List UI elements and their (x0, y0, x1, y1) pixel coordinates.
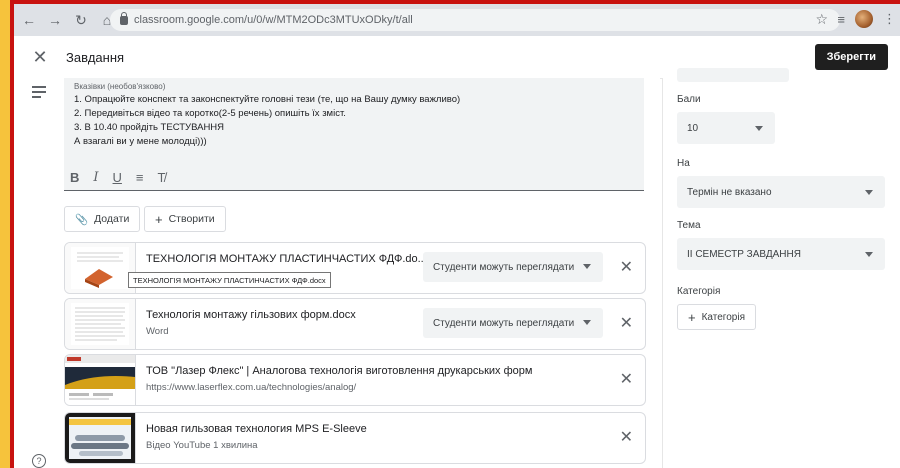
reload-icon[interactable]: ↻ (70, 9, 92, 31)
chevron-down-icon (865, 252, 873, 257)
scrolled-field (677, 68, 789, 82)
instructions-line: 1. Опрацюйте конспект та законспектуйте … (74, 94, 461, 105)
address-bar[interactable]: classroom.google.com/u/0/w/MTM2ODc3MTUxO… (110, 9, 840, 31)
attachment-title[interactable]: Новая гильзовая технология MPS E-Sleeve (146, 423, 367, 435)
chevron-down-icon (865, 190, 873, 195)
due-label: На (677, 158, 690, 169)
attachment-title[interactable]: ТОВ "Лазер Флекс" | Аналогова технологія… (146, 365, 532, 377)
points-label: Бали (677, 94, 701, 105)
document-thumbnail (65, 243, 136, 293)
bookmark-star-icon[interactable]: ☆ (815, 11, 828, 28)
forward-icon[interactable]: → (44, 9, 66, 31)
screen: ← → ↻ ⌂ classroom.google.com/u/0/w/MTM2O… (14, 4, 900, 468)
attachment-video-info: Відео YouTube 1 хвилина (146, 440, 258, 451)
chevron-down-icon (583, 320, 591, 325)
document-thumbnail (65, 299, 136, 349)
profile-avatar[interactable] (855, 10, 873, 28)
plus-icon: + (155, 211, 163, 227)
due-value: Термін не вказано (687, 186, 772, 198)
topic-select[interactable]: II СЕМЕСТР ЗАВДАННЯ (677, 238, 885, 270)
lock-icon (120, 11, 128, 25)
attachment-title[interactable]: Технологія монтажу гільзових форм.docx (146, 309, 356, 321)
remove-attachment-icon[interactable]: ✕ (620, 369, 633, 389)
plus-icon: + (688, 309, 696, 325)
attachment-type: Word (146, 326, 169, 337)
instructions-line: А взагалі ви у мене молодці))) (74, 136, 207, 147)
browser-toolbar: ← → ↻ ⌂ classroom.google.com/u/0/w/MTM2O… (14, 4, 900, 36)
clear-formatting-icon[interactable]: T̸ (158, 170, 166, 185)
permission-value: Студенти можуть переглядати (433, 261, 575, 273)
remove-attachment-icon[interactable]: ✕ (620, 257, 633, 277)
permission-select[interactable]: Студенти можуть переглядати (423, 308, 603, 338)
assignment-settings: Бали 10 На Термін не вказано Тема II СЕМ… (662, 68, 900, 468)
attachment-url: https://www.laserflex.com.ua/technologie… (146, 382, 357, 393)
attachment-item[interactable]: Технологія монтажу гільзових форм.docx W… (64, 298, 646, 350)
back-icon[interactable]: ← (18, 9, 40, 31)
close-icon[interactable]: ✕ (24, 47, 56, 68)
create-button[interactable]: + Створити (144, 206, 226, 232)
instructions-line: 2. Передивіться відео та коротко(2-5 реч… (74, 108, 346, 119)
video-thumbnail (65, 413, 136, 463)
permission-select[interactable]: Студенти можуть переглядати (423, 252, 603, 282)
topic-label: Тема (677, 220, 701, 231)
page-title: Завдання (66, 49, 125, 65)
assignment-content: Вказівки (необов'язково) 1. Опрацюйте ко… (14, 78, 660, 468)
due-date-select[interactable]: Термін не вказано (677, 176, 885, 208)
points-value: 10 (687, 122, 699, 134)
bulleted-list-icon[interactable]: ≡ (136, 170, 144, 185)
file-name-tooltip: ТЕХНОЛОГІЯ МОНТАЖУ ПЛАСТИНЧАСТИХ ФДФ.doc… (128, 272, 331, 288)
instructions-label: Вказівки (необов'язково) (74, 82, 166, 91)
bold-icon[interactable]: B (70, 170, 79, 185)
save-button[interactable]: Зберегти (814, 44, 888, 70)
add-category-button[interactable]: + Категорія (677, 304, 756, 330)
instructions-line: 3. В 10.40 пройдіть ТЕСТУВАННЯ (74, 122, 225, 133)
category-label: Категорія (677, 286, 721, 297)
topic-value: II СЕМЕСТР ЗАВДАННЯ (687, 248, 801, 260)
help-icon[interactable]: ? (32, 454, 46, 468)
chevron-down-icon (755, 126, 763, 131)
underline-icon[interactable]: U (113, 170, 122, 185)
italic-icon[interactable]: I (93, 170, 98, 185)
add-label: Додати (94, 213, 130, 225)
url-text: classroom.google.com/u/0/w/MTM2ODc3MTUxO… (134, 14, 413, 26)
category-button-label: Категорія (701, 311, 745, 323)
points-select[interactable]: 10 (677, 112, 775, 144)
paperclip-icon: 📎 (75, 213, 89, 226)
create-label: Створити (168, 213, 215, 225)
add-attachment-button[interactable]: 📎 Додати (64, 206, 141, 232)
attachment-item[interactable]: ТОВ "Лазер Флекс" | Аналогова технологія… (64, 354, 646, 406)
browser-menu-icon[interactable]: ⋮ (883, 11, 896, 27)
link-thumbnail (65, 355, 136, 405)
format-toolbar: B I U ≡ T̸ (70, 170, 165, 185)
remove-attachment-icon[interactable]: ✕ (620, 427, 633, 447)
reading-list-icon[interactable]: ≡ (837, 12, 845, 27)
permission-value: Студенти можуть переглядати (433, 317, 575, 329)
attachment-title[interactable]: ТЕХНОЛОГІЯ МОНТАЖУ ПЛАСТИНЧАСТИХ ФДФ.do.… (146, 253, 427, 265)
remove-attachment-icon[interactable]: ✕ (620, 313, 633, 333)
description-icon (32, 86, 46, 101)
chevron-down-icon (583, 264, 591, 269)
attachment-item[interactable]: Новая гильзовая технология MPS E-Sleeve … (64, 412, 646, 464)
